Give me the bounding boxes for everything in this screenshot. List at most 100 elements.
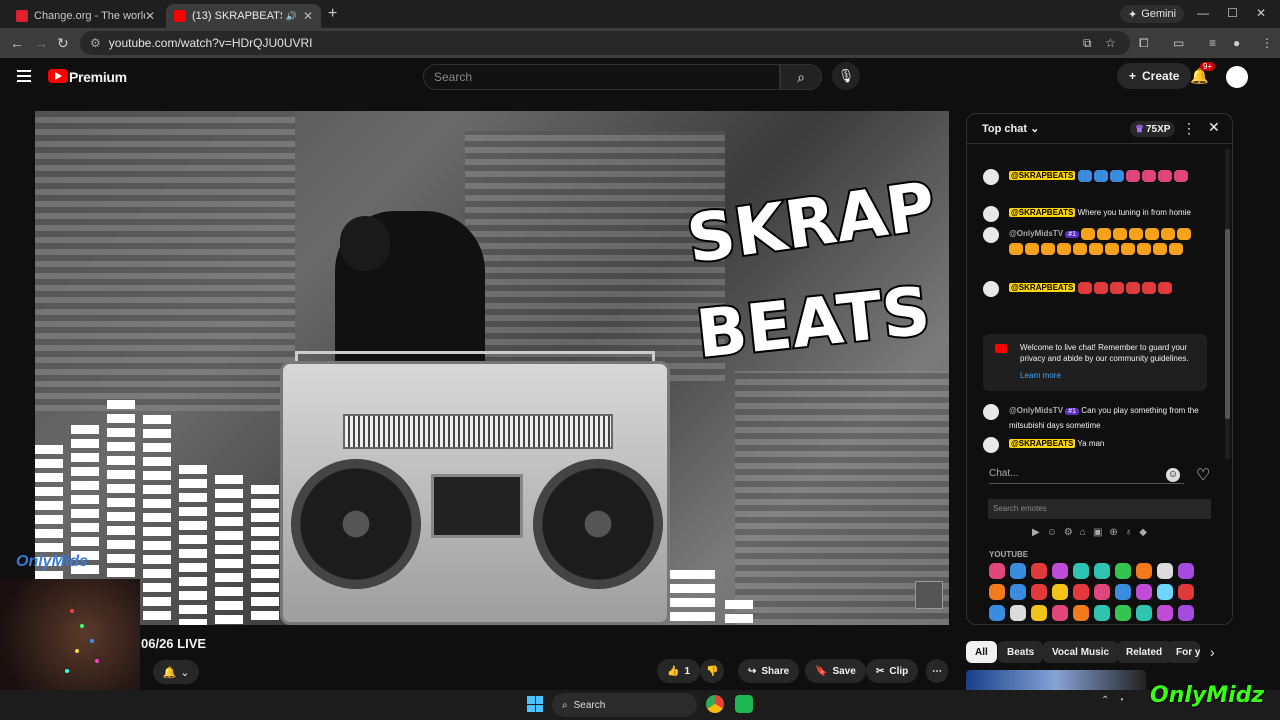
globe-category-icon[interactable]: ⊕ [1109,527,1117,538]
network-icon[interactable]: ◔ [1118,695,1132,713]
emote-option[interactable] [1157,605,1173,621]
chat-avatar[interactable] [983,281,999,297]
chat-input[interactable]: Chat... [989,468,1184,484]
gemini-button[interactable]: ✦ Gemini [1120,5,1185,23]
xp-badge[interactable]: ♛ 75XP [1130,121,1176,137]
emote-option[interactable] [1178,605,1194,621]
emote-option[interactable] [1073,563,1089,579]
media-control-icon[interactable]: ≡ [1209,36,1216,50]
emote-option[interactable] [1136,563,1152,579]
youtube-logo-icon[interactable] [48,69,68,83]
activity-category-icon[interactable]: ⚙ [1064,527,1073,538]
chat-avatar[interactable] [983,437,999,453]
chip-for-you[interactable]: For y [1167,641,1200,663]
emote-option[interactable] [989,584,1005,600]
profile-icon[interactable]: ● [1233,36,1240,50]
emote-option[interactable] [1157,584,1173,600]
objects-category-icon[interactable]: ♁ [1125,527,1133,538]
symbols-category-icon[interactable]: ◆ [1139,527,1147,538]
account-avatar[interactable] [1226,66,1248,88]
emoji-picker-icon[interactable]: ☺ [1166,468,1180,482]
browser-tab-youtube[interactable]: (13) SKRAPBEATS 02/06/26 🔊 ✕ [166,4,321,28]
bookmark-star-icon[interactable]: ☆ [1105,36,1116,50]
youtube-premium-logo[interactable]: Premium [69,69,127,85]
chat-avatar[interactable] [983,206,999,222]
emote-search-input[interactable]: Search emotes [988,499,1211,519]
chat-avatar[interactable] [983,404,999,420]
notification-settings-button[interactable]: 🔔 ⌄ [153,660,199,684]
tray-chevron-icon[interactable]: ⌃ [1101,695,1111,713]
close-tab-icon[interactable]: ✕ [303,9,313,23]
emote-option[interactable] [1031,584,1047,600]
emote-option[interactable] [1031,605,1047,621]
channel-watermark[interactable] [915,581,943,609]
emote-option[interactable] [1115,605,1131,621]
browser-tab-change[interactable]: Change.org - The world's platfo ✕ [8,4,163,28]
chat-author[interactable]: @OnlyMidsTV [1009,229,1063,238]
emote-option[interactable] [1052,563,1068,579]
reload-icon[interactable]: ↻ [57,35,69,52]
chat-author[interactable]: @SKRAPBEATS [1009,283,1076,292]
chat-scrollbar[interactable] [1225,149,1230,459]
create-button[interactable]: + Create [1117,63,1192,89]
app-icon[interactable] [735,695,753,713]
emote-option[interactable] [1136,605,1152,621]
chat-author[interactable]: @SKRAPBEATS [1009,171,1076,180]
audio-playing-icon[interactable]: 🔊 [286,11,297,22]
maximize-icon[interactable]: ☐ [1227,6,1238,20]
chrome-icon[interactable] [706,695,724,713]
emote-option[interactable] [1010,563,1026,579]
taskbar-search[interactable]: ⌕ Search [552,693,697,717]
chip-all[interactable]: All [966,641,997,663]
chat-author[interactable]: @OnlyMidsTV [1009,406,1063,415]
back-icon[interactable]: ← [10,35,24,51]
emote-option[interactable] [1010,584,1026,600]
chat-menu-icon[interactable]: ⋮ [1182,120,1196,137]
emote-option[interactable] [1094,605,1110,621]
chip-related[interactable]: Related [1117,641,1172,663]
voice-search-button[interactable]: 🎙 [832,62,860,90]
save-button[interactable]: 🔖 Save [805,659,866,683]
windows-start-icon[interactable] [527,696,543,712]
emote-option[interactable] [1094,584,1110,600]
search-input[interactable]: Search [423,64,780,90]
heart-reaction-icon[interactable]: ♡ [1196,465,1210,485]
like-button[interactable]: 👍 1 [657,659,701,683]
chevron-right-icon[interactable]: › [1210,644,1215,660]
food-category-icon[interactable]: ⌂ [1080,527,1086,538]
browser-menu-icon[interactable]: ⋮ [1261,36,1273,50]
emote-option[interactable] [1010,605,1026,621]
close-chat-icon[interactable]: ✕ [1208,119,1220,136]
clip-button[interactable]: ✂ Clip [866,659,919,683]
emote-option[interactable] [1136,584,1152,600]
site-info-icon[interactable]: ⚙ [90,36,101,50]
emote-option[interactable] [1115,563,1131,579]
search-button[interactable]: ⌕ [780,64,822,90]
emote-option[interactable] [1073,584,1089,600]
emote-option[interactable] [1178,584,1194,600]
chat-author[interactable]: @SKRAPBEATS [1009,439,1076,448]
chat-mode-dropdown[interactable]: Top chat ⌄ [982,122,1039,135]
chip-vocal-music[interactable]: Vocal Music [1043,641,1119,663]
url-field[interactable]: ⚙ youtube.com/watch?v=HDrQJU0UVRI [80,31,1130,55]
chat-avatar[interactable] [983,227,999,243]
close-tab-icon[interactable]: ✕ [145,9,155,23]
dislike-button[interactable]: 👎 [700,659,725,683]
travel-category-icon[interactable]: ▣ [1093,527,1102,538]
emote-option[interactable] [1052,584,1068,600]
emote-option[interactable] [1178,563,1194,579]
chip-beats[interactable]: Beats [998,641,1044,663]
emote-option[interactable] [1115,584,1131,600]
chat-avatar[interactable] [983,169,999,185]
scrollbar-thumb[interactable] [1225,229,1230,419]
cast-icon[interactable]: ▭ [1173,36,1184,50]
extensions-icon[interactable]: ⧠ [1139,36,1149,51]
smiley-category-icon[interactable]: ☺ [1047,527,1057,538]
minimize-icon[interactable]: — [1197,6,1209,20]
forward-icon[interactable]: → [34,35,48,51]
install-app-icon[interactable]: ⧉ [1083,36,1092,51]
more-actions-button[interactable]: ⋯ [926,659,948,683]
recommended-video-thumbnail[interactable] [966,670,1146,690]
emote-option[interactable] [1157,563,1173,579]
video-player[interactable]: SKRAP BEATS [35,111,949,625]
